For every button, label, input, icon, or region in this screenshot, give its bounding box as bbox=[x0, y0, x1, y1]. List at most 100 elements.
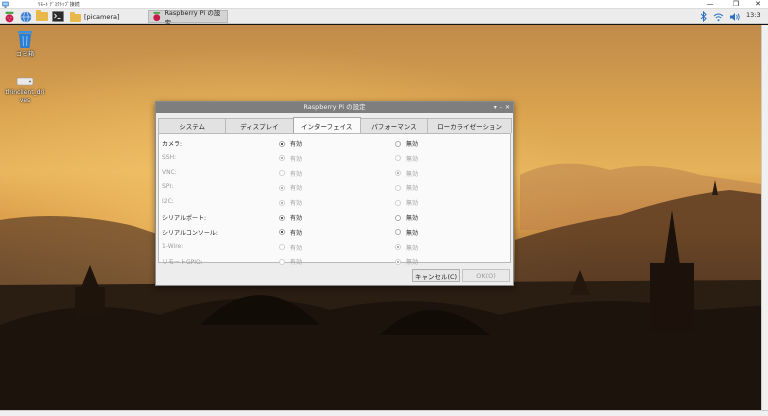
desktop-icon-thinclient-drives[interactable]: thinclient_drives bbox=[2, 75, 48, 105]
disable-radio[interactable]: 無効 bbox=[395, 213, 418, 222]
disable-radio[interactable]: 無効 bbox=[395, 243, 418, 252]
interfaces-panel: カメラ: 有効 無効 SSH: 有効 無効 VNC: 有効 無効 SPI: 有効 無効 I2C: 有効 無効… bbox=[158, 133, 512, 266]
interface-label: SPI: bbox=[162, 183, 174, 191]
enable-radio[interactable]: 有効 bbox=[279, 183, 302, 192]
enable-radio-label: 有効 bbox=[290, 185, 303, 193]
radio-indicator bbox=[279, 244, 285, 251]
enable-radio[interactable]: 有効 bbox=[279, 198, 302, 207]
enable-radio[interactable]: 有効 bbox=[279, 243, 302, 252]
disable-radio[interactable]: 無効 bbox=[395, 257, 418, 266]
radio-indicator bbox=[395, 199, 401, 206]
interface-label: シリアルポート: bbox=[162, 215, 206, 222]
ok-button[interactable]: OK(O) bbox=[462, 269, 510, 282]
folder-icon bbox=[70, 11, 81, 22]
disable-radio[interactable]: 無効 bbox=[395, 228, 418, 237]
interface-row: VNC: 有効 無効 bbox=[159, 166, 512, 179]
radio-indicator bbox=[395, 214, 401, 221]
remote-desktop-title: ﾘﾓｰﾄ ﾃﾞｽｸﾄｯﾌﾟ接続 bbox=[38, 2, 80, 8]
dialog-titlebar[interactable]: Raspberry Pi の設定 ▾ - ✕ bbox=[156, 102, 513, 113]
remote-desktop-titlebar: ﾘﾓｰﾄ ﾃﾞｽｸﾄｯﾌﾟ接続 — ❐ ✕ bbox=[0, 0, 768, 9]
minimize-button[interactable]: — bbox=[700, 0, 720, 9]
interface-label: カメラ: bbox=[162, 141, 183, 148]
disable-radio[interactable]: 無効 bbox=[395, 139, 418, 148]
radio-indicator bbox=[395, 170, 401, 177]
terminal-icon[interactable] bbox=[51, 10, 64, 23]
cancel-button[interactable]: キャンセル(C) bbox=[412, 269, 460, 282]
remote-window-right-edge bbox=[761, 25, 768, 411]
enable-radio-label: 有効 bbox=[290, 200, 303, 208]
trash-icon bbox=[18, 31, 32, 48]
enable-radio-label: 有効 bbox=[290, 215, 303, 222]
disable-radio[interactable]: 無効 bbox=[395, 154, 418, 163]
disable-radio-label: 無効 bbox=[406, 200, 419, 208]
dialog-menu-button[interactable]: ▾ bbox=[494, 102, 497, 113]
drive-icon bbox=[16, 77, 34, 86]
tab-display[interactable]: ディスプレイ bbox=[225, 118, 294, 133]
disable-radio-label: 無効 bbox=[406, 244, 419, 252]
interface-row: リモートGPIO: 有効 無効 bbox=[159, 254, 512, 267]
enable-radio[interactable]: 有効 bbox=[279, 228, 302, 237]
disable-radio-label: 無効 bbox=[406, 185, 419, 193]
radio-indicator bbox=[279, 214, 285, 221]
remote-window-bottom-edge bbox=[0, 410, 768, 416]
bluetooth-icon[interactable] bbox=[697, 10, 710, 23]
enable-radio[interactable]: 有効 bbox=[279, 257, 302, 266]
enable-radio-label: 有効 bbox=[290, 141, 303, 148]
interface-row: 1-Wire: 有効 無効 bbox=[159, 240, 512, 253]
disable-radio-label: 無効 bbox=[406, 170, 419, 178]
tab-performance[interactable]: パフォーマンス bbox=[359, 118, 429, 133]
volume-icon[interactable] bbox=[728, 10, 741, 23]
interface-row: カメラ: 有効 無効 bbox=[159, 136, 512, 149]
radio-indicator bbox=[279, 199, 285, 206]
dialog-title: Raspberry Pi の設定 bbox=[303, 103, 366, 111]
dialog-minimize-button[interactable]: - bbox=[500, 102, 502, 113]
dialog-tabs: システム ディスプレイ インターフェイス パフォーマンス ローカライゼーション bbox=[158, 117, 512, 133]
enable-radio[interactable]: 有効 bbox=[279, 213, 302, 222]
desktop-icon-thinclient-drives-label: thinclient_drives bbox=[5, 89, 45, 104]
disable-radio-label: 無効 bbox=[406, 229, 419, 237]
taskbar: [picamera] Raspberry Pi の設定 13:3 bbox=[0, 9, 768, 27]
clock: 13:3 bbox=[746, 11, 761, 19]
close-window-button[interactable]: ✕ bbox=[748, 0, 768, 9]
disable-radio[interactable]: 無効 bbox=[395, 169, 418, 178]
remote-desktop-app-icon bbox=[2, 1, 9, 8]
dialog-close-button[interactable]: ✕ bbox=[505, 102, 510, 113]
raspberry-pi-config-dialog: Raspberry Pi の設定 ▾ - ✕ システム ディスプレイ インターフ… bbox=[155, 101, 514, 286]
radio-indicator bbox=[395, 140, 401, 147]
file-manager-icon[interactable] bbox=[35, 10, 48, 23]
interface-row: I2C: 有効 無効 bbox=[159, 195, 512, 208]
browser-globe-icon[interactable] bbox=[19, 10, 32, 23]
enable-radio[interactable]: 有効 bbox=[279, 154, 302, 163]
desktop-icon-trash-label: ゴミ箱 bbox=[15, 51, 34, 58]
interface-row: シリアルポート: 有効 無効 bbox=[159, 210, 512, 223]
task-raspberry-pi-config-label: Raspberry Pi の設定 bbox=[164, 8, 221, 27]
desktop-icon-trash[interactable]: ゴミ箱 bbox=[2, 29, 48, 59]
enable-radio[interactable]: 有効 bbox=[279, 139, 302, 148]
disable-radio[interactable]: 無効 bbox=[395, 198, 418, 207]
disable-radio[interactable]: 無効 bbox=[395, 183, 418, 192]
interface-label: I2C: bbox=[162, 198, 174, 206]
tab-system[interactable]: システム bbox=[158, 118, 227, 133]
radio-indicator bbox=[279, 170, 285, 177]
task-picamera[interactable]: [picamera] bbox=[67, 10, 123, 23]
wifi-icon[interactable] bbox=[712, 10, 725, 23]
radio-indicator bbox=[279, 140, 285, 147]
enable-radio-label: 有効 bbox=[290, 229, 303, 237]
radio-indicator bbox=[279, 155, 285, 162]
raspberry-menu-icon[interactable] bbox=[3, 10, 16, 23]
enable-radio[interactable]: 有効 bbox=[279, 169, 302, 178]
tab-interfaces[interactable]: インターフェイス bbox=[292, 117, 361, 133]
enable-radio-label: 有効 bbox=[290, 170, 303, 178]
maximize-button[interactable]: ❐ bbox=[726, 0, 746, 9]
radio-indicator bbox=[395, 184, 401, 191]
disable-radio-label: 無効 bbox=[406, 215, 419, 222]
tab-localisation[interactable]: ローカライゼーション bbox=[427, 118, 512, 133]
disable-radio-label: 無効 bbox=[406, 141, 419, 148]
raspberry-icon bbox=[153, 11, 161, 22]
interface-label: 1-Wire: bbox=[162, 242, 184, 250]
radio-indicator bbox=[279, 184, 285, 191]
radio-indicator bbox=[395, 155, 401, 162]
interface-row: シリアルコンソール: 有効 無効 bbox=[159, 225, 512, 238]
disable-radio-label: 無効 bbox=[406, 259, 419, 267]
task-raspberry-pi-config[interactable]: Raspberry Pi の設定 bbox=[148, 9, 228, 27]
